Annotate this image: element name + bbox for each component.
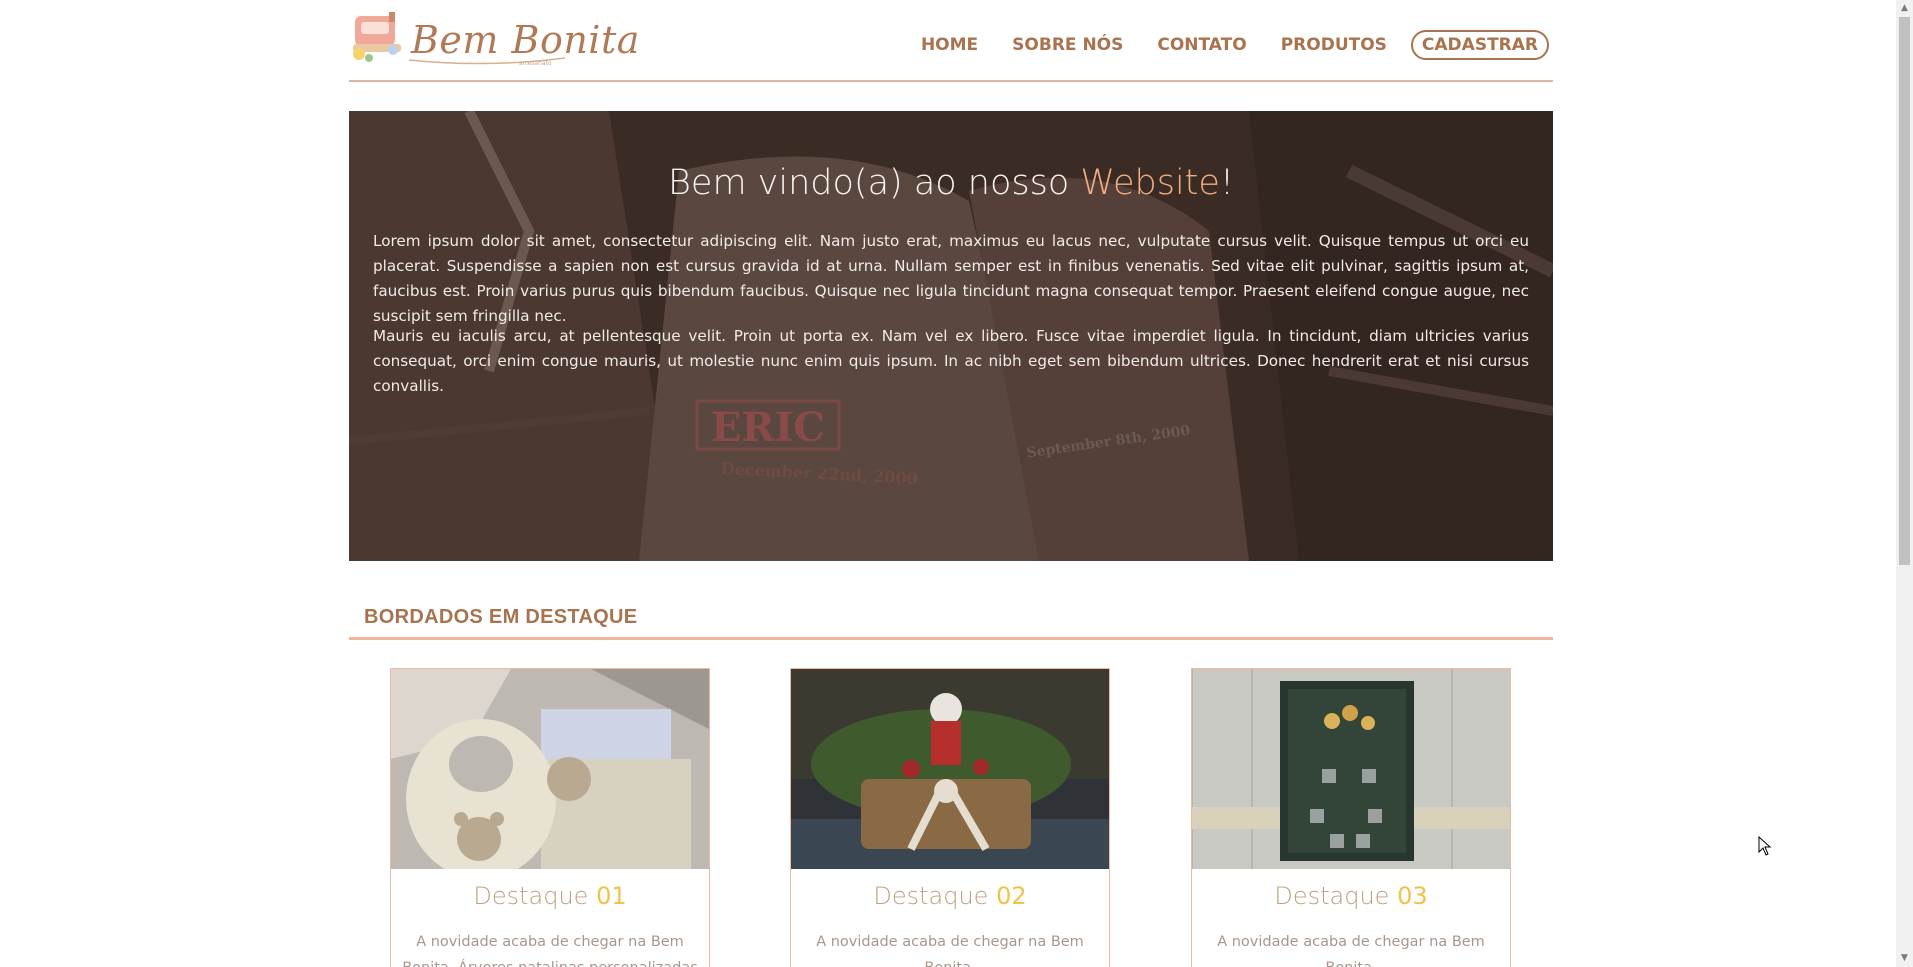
- card-text: A novidade acaba de chegar na Bem Bonita…: [1217, 934, 1485, 967]
- nav-sobre-nos[interactable]: SOBRE NÓS: [1012, 35, 1123, 55]
- featured-section-header: BORDADOS EM DESTAQUE: [349, 601, 1553, 640]
- card-title: Destaque 01: [473, 882, 627, 910]
- vertical-scrollbar[interactable]: ▲ ▼: [1896, 0, 1913, 967]
- section-title: BORDADOS EM DESTAQUE: [364, 606, 638, 628]
- logo-subtitle: artesanato: [519, 60, 552, 67]
- card-title: Destaque 03: [1274, 882, 1428, 910]
- mouse-cursor-icon: [1758, 836, 1772, 856]
- card-image-bibs: [391, 669, 709, 869]
- hero-image-text-eric: ERIC: [711, 404, 825, 451]
- hero-paragraph-1: Lorem ipsum dolor sit amet, consectetur …: [373, 232, 1529, 325]
- nav-contato[interactable]: CONTATO: [1157, 35, 1246, 55]
- nav-produtos[interactable]: PRODUTOS: [1281, 35, 1387, 55]
- scrollbar-thumb[interactable]: [1899, 17, 1910, 565]
- card-title: Destaque 02: [873, 882, 1027, 910]
- featured-card-1[interactable]: Destaque 01 A novidade acaba de chegar n…: [390, 668, 710, 967]
- featured-card-3[interactable]: Destaque 03 A novidade acaba de chegar n…: [1191, 668, 1511, 967]
- nav-home[interactable]: HOME: [921, 35, 978, 55]
- featured-card-2[interactable]: Destaque 02 A novidade acaba de chegar n…: [790, 668, 1110, 967]
- hero-banner: ERIC December 22nd, 2000 September 8th, …: [349, 111, 1553, 561]
- scroll-down-arrow-icon[interactable]: ▼: [1896, 950, 1913, 967]
- hero-title-accent: Website: [1080, 163, 1220, 203]
- card-image-christmas-basket: [791, 669, 1109, 869]
- main-nav: HOME SOBRE NÓS CONTATO PRODUTOS CADASTRA…: [887, 30, 1549, 60]
- card-text: A novidade acaba de chegar na Bem Bonita…: [402, 934, 698, 967]
- site-logo[interactable]: Bem Bonita artesanato: [349, 8, 639, 68]
- scroll-up-arrow-icon[interactable]: ▲: [1896, 0, 1913, 17]
- site-header: Bem Bonita artesanato HOME SOBRE NÓS CON…: [349, 0, 1553, 82]
- cadastrar-button[interactable]: CADASTRAR: [1410, 30, 1549, 60]
- card-text: A novidade acaba de chegar na Bem Bonita…: [816, 934, 1084, 967]
- sewing-machine-icon: [353, 12, 401, 62]
- page: Bem Bonita artesanato HOME SOBRE NÓS CON…: [0, 0, 1896, 967]
- hero-title: Bem vindo(a) ao nosso Website!: [668, 163, 1234, 203]
- card-image-wall-frame: [1192, 669, 1510, 869]
- hero-paragraph-2: Mauris eu iaculis arcu, at pellentesque …: [373, 327, 1529, 395]
